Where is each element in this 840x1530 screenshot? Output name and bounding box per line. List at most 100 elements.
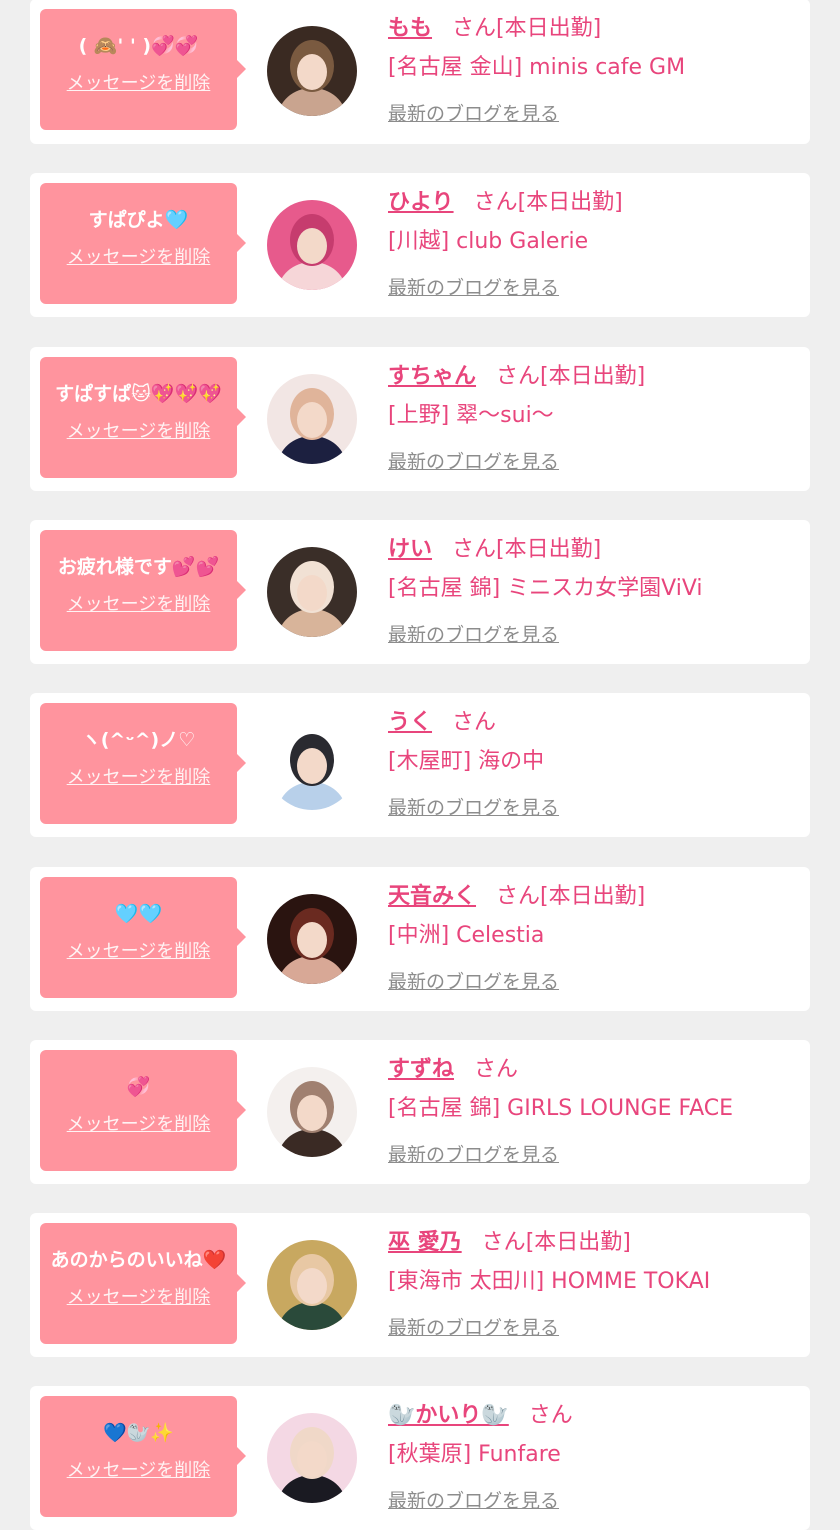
honorific: さん <box>452 16 497 41</box>
cast-name-link[interactable]: けい <box>388 537 432 562</box>
shop-info: [名古屋 錦] GIRLS LOUNGE FACE <box>388 1096 734 1121</box>
avatar[interactable] <box>267 200 357 290</box>
attendance-status: [本日出勤] <box>496 16 602 41</box>
cast-name-link[interactable]: 巫 愛乃 <box>388 1230 462 1255</box>
delete-message-link[interactable]: メッセージを削除 <box>50 69 227 95</box>
message-card: あのからのいいね❤️ メッセージを削除 巫 愛乃 さん[本日出勤] [東海市 太田川] … <box>30 1213 810 1357</box>
delete-message-link[interactable]: メッセージを削除 <box>50 1456 227 1482</box>
avatar[interactable] <box>267 720 357 810</box>
attendance-status: [本日出勤] <box>525 1230 631 1255</box>
avatar[interactable] <box>267 374 357 464</box>
message-text: 💞 <box>126 1076 151 1098</box>
message-card: お疲れ様です💕💕 メッセージを削除 けい さん[本日出勤] [名古屋 錦] ミニスカ女学… <box>30 520 810 664</box>
message-card: 🩵🩵 メッセージを削除 天音みく さん[本日出勤] [中洲] Celestia 最新のブロ… <box>30 867 810 1011</box>
latest-blog-link[interactable]: 最新のブログを見る <box>388 621 559 649</box>
avatar[interactable] <box>267 1413 357 1503</box>
latest-blog-link[interactable]: 最新のブログを見る <box>388 274 559 302</box>
message-text: すぱすぱ🐱💖💖💖 <box>55 383 222 405</box>
shop-info: [上野] 翠〜sui〜 <box>388 403 554 428</box>
name-row: すちゃん さん[本日出勤] <box>388 361 645 393</box>
attendance-status: [本日出勤] <box>517 190 623 215</box>
profile-photo-icon <box>267 374 357 464</box>
latest-blog-link[interactable]: 最新のブログを見る <box>388 448 559 476</box>
latest-blog-link[interactable]: 最新のブログを見る <box>388 100 559 128</box>
delete-message-link[interactable]: メッセージを削除 <box>50 590 227 616</box>
message-card: ( 🙈' ' )💞💞 メッセージを削除 もも さん[本日出勤] [名古屋 金山] min… <box>30 0 810 144</box>
message-text: ( 🙈' ' )💞💞 <box>78 35 199 57</box>
message-text: あのからのいいね❤️ <box>50 1249 227 1271</box>
message-text: 💙🦭✨ <box>103 1422 174 1444</box>
cast-name-link[interactable]: すずね <box>388 1057 454 1082</box>
latest-blog-link[interactable]: 最新のブログを見る <box>388 1314 559 1342</box>
cast-name-link[interactable]: ひより <box>388 190 454 215</box>
message-bubble: あのからのいいね❤️ メッセージを削除 <box>40 1223 246 1344</box>
name-row: うく さん <box>388 707 496 739</box>
cast-name-link[interactable]: 天音みく <box>388 884 476 909</box>
shop-info: [中洲] Celestia <box>388 923 545 948</box>
message-bubble: 💞 メッセージを削除 <box>40 1050 246 1171</box>
message-card: 💙🦭✨ メッセージを削除 🦭かいり🦭 さん [秋葉原] Funfare 最新のブログを見る <box>30 1386 810 1530</box>
profile-photo-icon <box>267 720 357 810</box>
message-text: ヽ(^ᵕ^)ノ♡ <box>81 729 196 751</box>
honorific: さん <box>473 190 518 215</box>
cast-name-link[interactable]: 🦭かいり🦭 <box>388 1403 509 1428</box>
message-text: お疲れ様です💕💕 <box>57 556 220 578</box>
shop-info: [秋葉原] Funfare <box>388 1442 561 1467</box>
latest-blog-link[interactable]: 最新のブログを見る <box>388 794 559 822</box>
message-bubble: ヽ(^ᵕ^)ノ♡ メッセージを削除 <box>40 703 246 824</box>
delete-message-link[interactable]: メッセージを削除 <box>50 1283 227 1309</box>
honorific: さん <box>452 537 497 562</box>
delete-message-link[interactable]: メッセージを削除 <box>50 763 227 789</box>
profile-photo-icon <box>267 894 357 984</box>
delete-message-link[interactable]: メッセージを削除 <box>50 937 227 963</box>
profile-photo-icon <box>267 26 357 116</box>
shop-info: [木屋町] 海の中 <box>388 749 545 774</box>
name-row: ひより さん[本日出勤] <box>388 187 623 219</box>
message-bubble: ( 🙈' ' )💞💞 メッセージを削除 <box>40 9 246 130</box>
profile-photo-icon <box>267 547 357 637</box>
profile-photo-icon <box>267 1240 357 1330</box>
message-text: 🩵🩵 <box>114 903 163 925</box>
attendance-status: [本日出勤] <box>540 884 646 909</box>
honorific: さん <box>496 364 541 389</box>
cast-name-link[interactable]: うく <box>388 710 432 735</box>
latest-blog-link[interactable]: 最新のブログを見る <box>388 968 559 996</box>
message-card: すぱぴよ🩵 メッセージを削除 ひより さん[本日出勤] [川越] club Galeri… <box>30 173 810 317</box>
delete-message-link[interactable]: メッセージを削除 <box>50 417 227 443</box>
cast-name-link[interactable]: すちゃん <box>388 364 476 389</box>
cast-name-link[interactable]: もも <box>388 16 432 41</box>
name-row: 天音みく さん[本日出勤] <box>388 881 645 913</box>
profile-photo-icon <box>267 1413 357 1503</box>
latest-blog-link[interactable]: 最新のブログを見る <box>388 1141 559 1169</box>
honorific: さん <box>452 710 497 735</box>
message-bubble: すぱすぱ🐱💖💖💖 メッセージを削除 <box>40 357 246 478</box>
delete-message-link[interactable]: メッセージを削除 <box>50 1110 227 1136</box>
message-bubble: すぱぴよ🩵 メッセージを削除 <box>40 183 246 304</box>
attendance-status: [本日出勤] <box>496 537 602 562</box>
honorific: さん <box>528 1403 573 1428</box>
honorific: さん <box>481 1230 526 1255</box>
message-bubble: 🩵🩵 メッセージを削除 <box>40 877 246 998</box>
message-list: ( 🙈' ' )💞💞 メッセージを削除 もも さん[本日出勤] [名古屋 金山] min… <box>0 0 840 1530</box>
avatar[interactable] <box>267 547 357 637</box>
delete-message-link[interactable]: メッセージを削除 <box>50 243 227 269</box>
avatar[interactable] <box>267 894 357 984</box>
profile-photo-icon <box>267 200 357 290</box>
avatar[interactable] <box>267 1067 357 1157</box>
message-card: 💞 メッセージを削除 すずね さん [名古屋 錦] GIRLS LOUNGE FACE 最… <box>30 1040 810 1184</box>
honorific: さん <box>496 884 541 909</box>
message-bubble: お疲れ様です💕💕 メッセージを削除 <box>40 530 246 651</box>
avatar[interactable] <box>267 26 357 116</box>
message-card: すぱすぱ🐱💖💖💖 メッセージを削除 すちゃん さん[本日出勤] [上野] 翠〜sui〜最… <box>30 347 810 491</box>
shop-info: [名古屋 金山] minis cafe GM <box>388 55 686 80</box>
name-row: けい さん[本日出勤] <box>388 534 601 566</box>
message-bubble: 💙🦭✨ メッセージを削除 <box>40 1396 246 1517</box>
name-row: すずね さん <box>388 1054 518 1086</box>
name-row: 🦭かいり🦭 さん <box>388 1400 573 1432</box>
avatar[interactable] <box>267 1240 357 1330</box>
latest-blog-link[interactable]: 最新のブログを見る <box>388 1487 559 1515</box>
profile-photo-icon <box>267 1067 357 1157</box>
message-card: ヽ(^ᵕ^)ノ♡ メッセージを削除 うく さん [木屋町] 海の中 最新のブログを見る <box>30 693 810 837</box>
shop-info: [名古屋 錦] ミニスカ女学園ViVi <box>388 576 703 601</box>
name-row: もも さん[本日出勤] <box>388 13 601 45</box>
